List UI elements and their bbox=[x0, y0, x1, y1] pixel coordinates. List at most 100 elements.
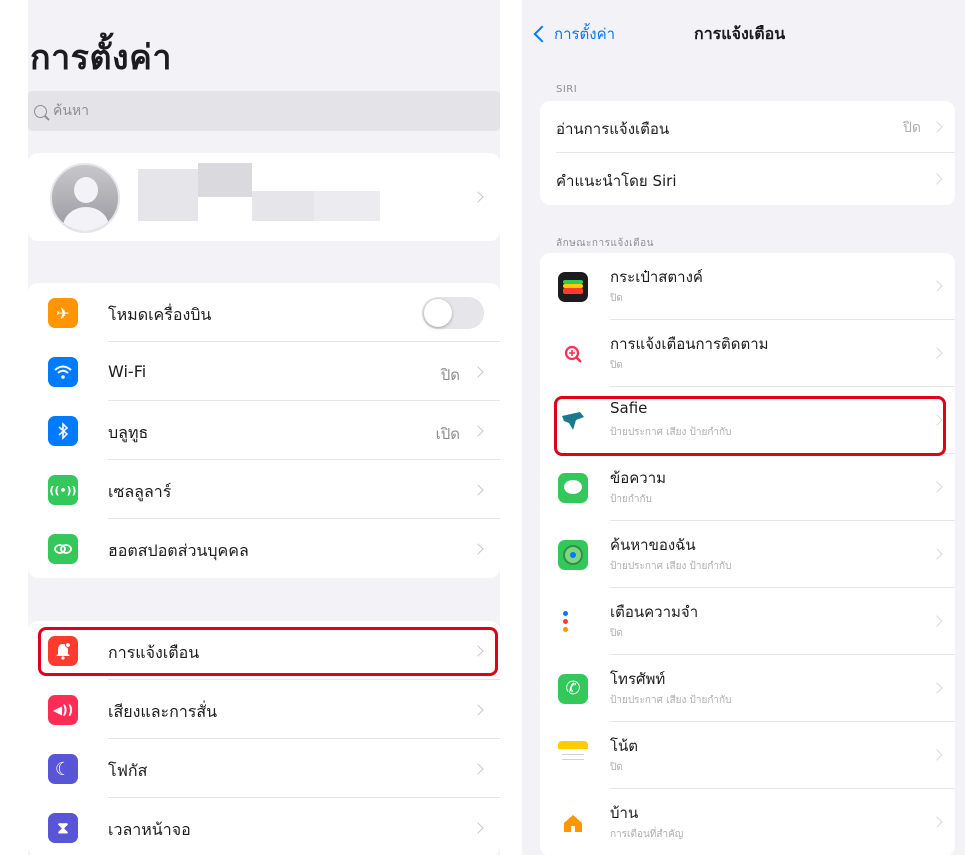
apps-group: กระเป๋าสตางค์ ปิด การแจ้งเตือนการติดตาม … bbox=[540, 253, 955, 855]
messages-icon bbox=[558, 473, 588, 503]
findmy-icon bbox=[558, 540, 588, 570]
app-name: การแจ้งเตือนการติดตาม bbox=[610, 335, 769, 353]
chevron-right-icon bbox=[472, 191, 484, 203]
app-row-messages[interactable]: ข้อความ ป้ายกำกับ bbox=[540, 454, 955, 521]
siri-group: อ่านการแจ้งเตือน ปิด คำแนะนำโดย Siri bbox=[540, 101, 955, 205]
connectivity-group: ✈ โหมดเครื่องบิน Wi-Fi ปิด บลูทูธ เปิด (… bbox=[28, 283, 500, 578]
row-airplane-mode[interactable]: ✈ โหมดเครื่องบิน bbox=[28, 283, 500, 342]
chevron-right-icon bbox=[472, 543, 484, 555]
app-name: โทรศัพท์ bbox=[610, 670, 666, 688]
app-name: กระเป๋าสตางค์ bbox=[610, 268, 703, 286]
row-sounds[interactable]: ◀)) เสียงและการสั่น bbox=[28, 680, 500, 739]
search-field[interactable]: ค้นหา bbox=[28, 91, 500, 131]
row-hotspot[interactable]: ฮอตสปอตส่วนบุคคล bbox=[28, 519, 500, 578]
avatar bbox=[50, 163, 120, 233]
row-value: ปิด bbox=[903, 120, 921, 136]
app-detail: ปิด bbox=[610, 628, 623, 639]
redacted-name bbox=[138, 169, 198, 221]
page-title: การแจ้งเตือน bbox=[694, 24, 786, 43]
row-value: เปิด bbox=[435, 425, 460, 443]
home-icon bbox=[558, 808, 588, 838]
app-detail: ปิด bbox=[610, 360, 623, 371]
speaker-icon: ◀)) bbox=[48, 695, 78, 725]
row-label: โหมดเครื่องบิน bbox=[108, 305, 212, 324]
reminders-icon bbox=[558, 607, 588, 637]
settings-pane: การตั้งค่า ค้นหา ✈ โหมดเครื่องบิน Wi-Fi … bbox=[28, 0, 500, 855]
app-detail: ปิด bbox=[610, 293, 623, 304]
redacted-name bbox=[314, 191, 380, 221]
chevron-right-icon bbox=[472, 704, 484, 716]
redacted-name bbox=[198, 163, 252, 197]
row-label: ฮอตสปอตส่วนบุคคล bbox=[108, 541, 249, 560]
chevron-right-icon bbox=[931, 347, 943, 359]
app-detail: ปิด bbox=[610, 762, 623, 773]
app-row-home[interactable]: บ้าน การเตือนที่สำคัญ bbox=[540, 789, 955, 855]
search-placeholder: ค้นหา bbox=[53, 103, 90, 119]
row-siri-suggestions[interactable]: คำแนะนำโดย Siri bbox=[540, 153, 955, 205]
app-name: ข้อความ bbox=[610, 469, 667, 487]
apple-id-card[interactable] bbox=[28, 153, 500, 241]
antenna-icon: ((•)) bbox=[48, 475, 78, 505]
settings-title: การตั้งค่า bbox=[30, 38, 172, 78]
row-label: เวลาหน้าจอ bbox=[108, 820, 191, 839]
row-label: บลูทูธ bbox=[108, 423, 149, 442]
app-detail: การเตือนที่สำคัญ bbox=[610, 829, 684, 840]
row-cellular[interactable]: ((•)) เซลลูลาร์ bbox=[28, 460, 500, 519]
row-label: โฟกัส bbox=[108, 761, 148, 780]
hourglass-icon: ⧗ bbox=[48, 813, 78, 843]
redacted-name bbox=[252, 191, 314, 221]
row-focus[interactable]: ☾ โฟกัส bbox=[28, 739, 500, 798]
highlight-safie bbox=[554, 396, 946, 456]
chevron-right-icon bbox=[931, 173, 943, 185]
chevron-left-icon bbox=[533, 25, 551, 43]
app-detail: ป้ายกำกับ bbox=[610, 494, 652, 505]
chevron-right-icon bbox=[931, 481, 943, 493]
app-row-findmy[interactable]: ค้นหาของฉัน ป้ายประกาศ เสียง ป้ายกำกับ bbox=[540, 521, 955, 588]
bluetooth-icon bbox=[48, 416, 78, 446]
app-name: โน้ต bbox=[610, 737, 639, 755]
app-row-reminders[interactable]: เตือนความจำ ปิด bbox=[540, 588, 955, 655]
row-label: เสียงและการสั่น bbox=[108, 702, 218, 721]
chevron-right-icon bbox=[931, 548, 943, 560]
chevron-right-icon bbox=[472, 822, 484, 834]
chevron-right-icon bbox=[472, 763, 484, 775]
section-header-style: ลักษณะการแจ้งเตือน bbox=[556, 238, 654, 249]
highlight-notifications bbox=[38, 627, 498, 676]
search-icon bbox=[34, 104, 47, 118]
row-label: Wi-Fi bbox=[108, 362, 147, 381]
app-row-notes[interactable]: โน้ต ปิด bbox=[540, 722, 955, 789]
chevron-right-icon bbox=[472, 484, 484, 496]
airplane-icon: ✈ bbox=[48, 298, 78, 328]
chevron-right-icon bbox=[931, 816, 943, 828]
row-wifi[interactable]: Wi-Fi ปิด bbox=[28, 342, 500, 401]
app-name: บ้าน bbox=[610, 804, 639, 822]
wifi-icon bbox=[48, 357, 78, 387]
wallet-icon bbox=[558, 272, 588, 302]
notifications-pane: การตั้งค่า การแจ้งเตือน SIRI อ่านการแจ้ง… bbox=[522, 0, 965, 855]
back-button[interactable]: การตั้งค่า bbox=[533, 22, 615, 46]
row-label: คำแนะนำโดย Siri bbox=[556, 172, 677, 190]
chevron-right-icon bbox=[931, 682, 943, 694]
app-detail: ป้ายประกาศ เสียง ป้ายกำกับ bbox=[610, 695, 732, 706]
app-row-tracking[interactable]: การแจ้งเตือนการติดตาม ปิด bbox=[540, 320, 955, 387]
row-announce-notifications[interactable]: อ่านการแจ้งเตือน ปิด bbox=[540, 101, 955, 153]
row-bluetooth[interactable]: บลูทูธ เปิด bbox=[28, 401, 500, 460]
row-label: เซลลูลาร์ bbox=[108, 482, 172, 501]
app-row-phone[interactable]: ✆ โทรศัพท์ ป้ายประกาศ เสียง ป้ายกำกับ bbox=[540, 655, 955, 722]
app-detail: ป้ายประกาศ เสียง ป้ายกำกับ bbox=[610, 561, 732, 572]
hotspot-icon bbox=[48, 534, 78, 564]
chevron-right-icon bbox=[931, 121, 943, 133]
chevron-right-icon bbox=[931, 615, 943, 627]
row-value: ปิด bbox=[440, 366, 460, 384]
notes-icon bbox=[558, 741, 588, 771]
chevron-right-icon bbox=[931, 749, 943, 761]
row-screen-time[interactable]: ⧗ เวลาหน้าจอ bbox=[28, 798, 500, 855]
row-label: อ่านการแจ้งเตือน bbox=[556, 120, 670, 138]
app-name: เตือนความจำ bbox=[610, 603, 699, 621]
airplane-toggle[interactable] bbox=[422, 297, 484, 329]
chevron-right-icon bbox=[472, 366, 484, 378]
moon-icon: ☾ bbox=[48, 754, 78, 784]
app-row-wallet[interactable]: กระเป๋าสตางค์ ปิด bbox=[540, 253, 955, 320]
app-name: ค้นหาของฉัน bbox=[610, 536, 696, 554]
chevron-right-icon bbox=[472, 425, 484, 437]
